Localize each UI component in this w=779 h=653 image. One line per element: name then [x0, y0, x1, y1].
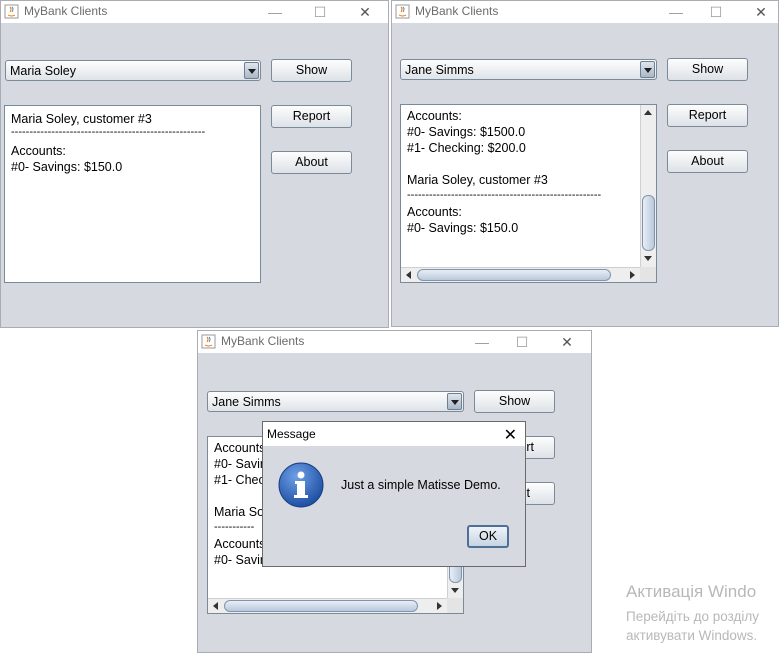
- java-app-icon: [4, 4, 19, 19]
- text-line: Accounts: [214, 441, 266, 455]
- message-dialog: Message ✕ Just a simple Matisse Demo. OK: [262, 421, 526, 567]
- report-textarea[interactable]: Maria Soley, customer #3 ---------------…: [4, 105, 261, 283]
- info-icon: [278, 462, 324, 508]
- show-button[interactable]: Show: [474, 390, 555, 413]
- close-icon[interactable]: ✕: [558, 333, 576, 351]
- window-1-title: MyBank Clients: [24, 4, 108, 18]
- text-line: #0- Savings: $1500.0: [407, 125, 526, 139]
- text-line: Accounts:: [11, 144, 66, 158]
- client-combo-value: Maria Soley: [10, 64, 76, 78]
- text-line: ----------------------------------------…: [11, 126, 206, 138]
- close-icon[interactable]: ✕: [752, 3, 770, 21]
- horizontal-scroll-thumb[interactable]: [224, 600, 418, 612]
- text-line: ----------------------------------------…: [407, 189, 602, 201]
- scroll-left-icon[interactable]: [210, 601, 222, 611]
- minimize-icon[interactable]: —: [473, 333, 491, 351]
- about-button[interactable]: About: [271, 151, 352, 174]
- activation-watermark-line: активувати Windows.: [626, 628, 758, 643]
- vertical-scroll-thumb[interactable]: [642, 195, 655, 251]
- maximize-icon[interactable]: ☐: [513, 333, 531, 351]
- client-combo[interactable]: Jane Simms: [400, 59, 657, 80]
- show-button[interactable]: Show: [271, 59, 352, 82]
- about-button[interactable]: About: [667, 150, 748, 173]
- scroll-right-icon[interactable]: [434, 601, 446, 611]
- maximize-icon[interactable]: ☐: [707, 3, 725, 21]
- text-line: #0- Savin: [214, 457, 267, 471]
- scroll-corner: [640, 267, 656, 282]
- show-button[interactable]: Show: [667, 58, 748, 81]
- dialog-titlebar[interactable]: Message ✕: [263, 422, 525, 446]
- client-combo-value: Jane Simms: [405, 63, 474, 77]
- client-combo[interactable]: Maria Soley: [5, 60, 261, 81]
- chevron-down-icon[interactable]: [244, 62, 259, 79]
- chevron-down-icon[interactable]: [447, 393, 462, 410]
- window-2-title: MyBank Clients: [415, 4, 499, 18]
- horizontal-scrollbar[interactable]: [208, 598, 448, 613]
- text-line: Maria Soley, customer #3: [11, 112, 152, 126]
- text-line: Maria Sol: [214, 505, 267, 519]
- about-button-label: t: [526, 486, 530, 500]
- java-app-icon: [395, 4, 410, 19]
- text-line: Accounts: [214, 537, 266, 551]
- window-3-titlebar[interactable]: MyBank Clients — ☐ ✕: [198, 331, 591, 353]
- scroll-down-icon[interactable]: [450, 585, 461, 597]
- horizontal-scrollbar[interactable]: [401, 267, 641, 282]
- scroll-down-icon[interactable]: [643, 253, 654, 265]
- window-1: MyBank Clients — ☐ ✕ Maria Soley Show Re…: [0, 0, 389, 328]
- text-line: -----------: [214, 521, 255, 533]
- report-button-label: rt: [526, 440, 534, 454]
- client-combo-value: Jane Simms: [212, 395, 281, 409]
- text-line: #0- Savings: $150.0: [11, 160, 123, 174]
- client-combo[interactable]: Jane Simms: [207, 391, 464, 412]
- text-line: #1- Checking: $200.0: [407, 141, 526, 155]
- report-button[interactable]: Report: [667, 104, 748, 127]
- report-button[interactable]: Report: [271, 105, 352, 128]
- window-3-title: MyBank Clients: [221, 334, 305, 348]
- dialog-message: Just a simple Matisse Demo.: [341, 478, 501, 492]
- maximize-icon[interactable]: ☐: [311, 3, 329, 21]
- text-line: #0- Savin: [214, 553, 267, 567]
- activation-watermark-line: Перейдіть до розділу: [626, 609, 760, 624]
- vertical-scrollbar[interactable]: [640, 105, 656, 267]
- text-line: #0- Savings: $150.0: [407, 221, 519, 235]
- minimize-icon[interactable]: —: [266, 3, 284, 21]
- text-line: Accounts:: [407, 109, 462, 123]
- report-textarea[interactable]: Accounts: #0- Savings: $1500.0 #1- Check…: [400, 104, 657, 283]
- chevron-down-icon[interactable]: [640, 61, 655, 78]
- scroll-right-icon[interactable]: [627, 270, 639, 280]
- horizontal-scroll-thumb[interactable]: [417, 269, 611, 281]
- window-1-titlebar[interactable]: MyBank Clients — ☐ ✕: [1, 1, 388, 23]
- scroll-corner: [447, 598, 463, 613]
- close-icon[interactable]: ✕: [504, 425, 517, 445]
- window-2: MyBank Clients — ☐ ✕ Jane Simms Show Rep…: [391, 0, 779, 327]
- ok-button[interactable]: OK: [467, 525, 509, 548]
- close-icon[interactable]: ✕: [356, 3, 374, 21]
- text-line: Accounts:: [407, 205, 462, 219]
- scroll-left-icon[interactable]: [403, 270, 415, 280]
- text-line: Maria Soley, customer #3: [407, 173, 548, 187]
- window-2-titlebar[interactable]: MyBank Clients — ☐ ✕: [392, 1, 778, 23]
- dialog-title: Message: [267, 427, 316, 441]
- activation-watermark-title: Активація Windo: [626, 582, 757, 601]
- minimize-icon[interactable]: —: [667, 3, 685, 21]
- scroll-up-icon[interactable]: [643, 107, 654, 119]
- text-line: #1- Chec: [214, 473, 265, 487]
- java-app-icon: [201, 334, 216, 349]
